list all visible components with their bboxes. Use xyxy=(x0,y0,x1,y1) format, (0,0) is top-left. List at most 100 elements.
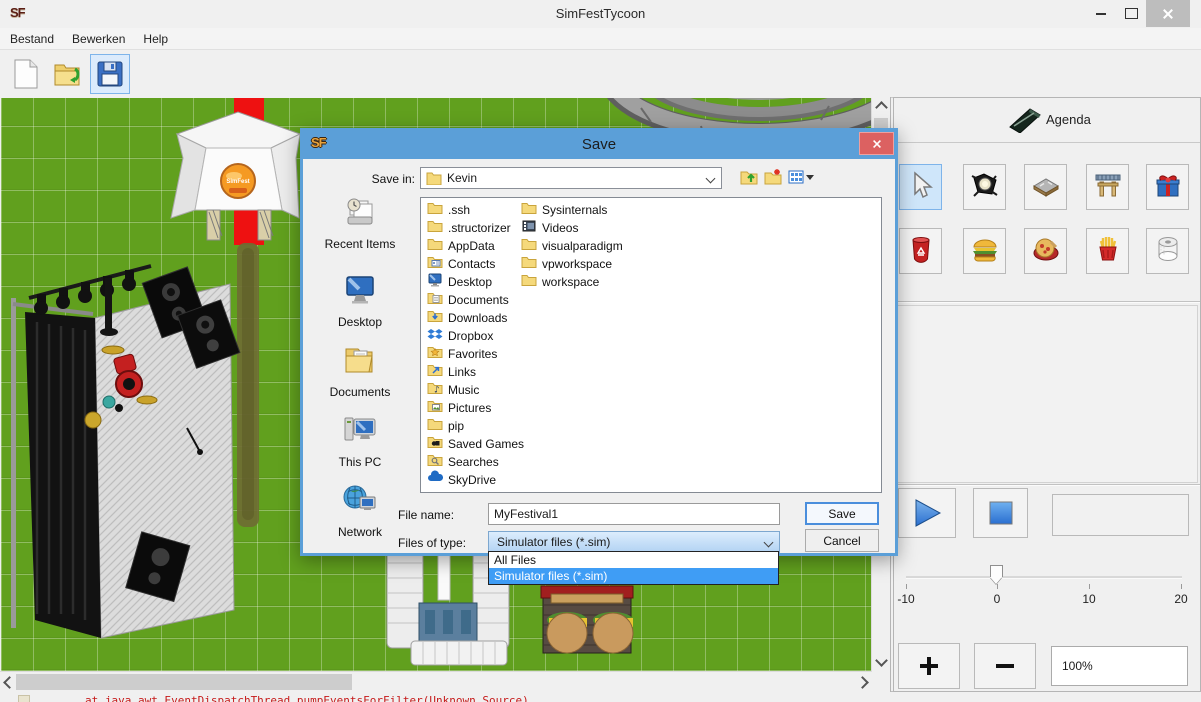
tool-trash-can-button[interactable] xyxy=(899,228,942,274)
burger-icon xyxy=(970,234,1000,269)
file-item-label: Dropbox xyxy=(448,329,493,343)
file-item[interactable]: Desktop xyxy=(427,273,524,291)
title-bar: SF SimFestTycoon xyxy=(0,0,1201,29)
save-file-button[interactable] xyxy=(90,54,130,94)
tool-toilet-paper-button[interactable] xyxy=(1146,228,1189,274)
file-item[interactable]: vpworkspace xyxy=(521,255,623,273)
file-item[interactable]: Sysinternals xyxy=(521,201,623,219)
file-list[interactable]: .ssh.structorizerAppDataContactsDesktopD… xyxy=(420,197,882,493)
horizontal-scroll-thumb[interactable] xyxy=(16,674,352,690)
slider-tick-label: 20 xyxy=(1174,592,1187,606)
file-item[interactable]: Downloads xyxy=(427,309,524,327)
speed-slider-track[interactable] xyxy=(906,576,1182,579)
new-folder-button[interactable] xyxy=(762,167,784,187)
file-item-label: Saved Games xyxy=(448,437,524,451)
place-desktop[interactable]: Desktop xyxy=(307,273,413,329)
fence-pole xyxy=(11,298,16,628)
zoom-in-button[interactable] xyxy=(898,643,960,689)
file-item-label: .ssh xyxy=(448,203,470,217)
file-item[interactable]: workspace xyxy=(521,273,623,291)
place-recent[interactable]: Recent Items xyxy=(307,195,413,251)
file-item[interactable]: AppData xyxy=(427,237,524,255)
menu-help[interactable]: Help xyxy=(143,32,168,46)
tool-fries-button[interactable] xyxy=(1086,228,1129,274)
view-menu-button[interactable] xyxy=(786,167,816,187)
save-confirm-button[interactable]: Save xyxy=(805,502,879,525)
files-of-type-label: Files of type: xyxy=(398,536,466,550)
file-item[interactable]: Favorites xyxy=(427,345,524,363)
slider-tick-label: -10 xyxy=(897,592,914,606)
save-dialog-titlebar[interactable]: SF Save xyxy=(303,131,895,159)
file-item[interactable]: .ssh xyxy=(427,201,524,219)
new-file-button[interactable] xyxy=(6,54,46,94)
horizontal-scrollbar[interactable] xyxy=(0,671,872,692)
type-option-sim-files[interactable]: Simulator files (*.sim) xyxy=(489,568,778,584)
save-in-combobox[interactable]: Kevin xyxy=(420,167,722,189)
slider-tickmark xyxy=(1181,584,1182,589)
fries-icon xyxy=(1093,234,1123,269)
file-item[interactable]: Saved Games xyxy=(427,435,524,453)
toilet-paper-icon xyxy=(1153,234,1183,269)
tool-cursor-button[interactable] xyxy=(899,164,942,210)
zoom-out-button[interactable] xyxy=(974,643,1036,689)
file-item[interactable]: Videos xyxy=(521,219,623,237)
plus-icon xyxy=(920,657,938,675)
play-button[interactable] xyxy=(898,488,956,538)
folder-icon xyxy=(427,416,443,436)
speed-slider-handle[interactable] xyxy=(990,565,1003,577)
file-item[interactable]: SkyDrive xyxy=(427,471,524,489)
file-item[interactable]: Documents xyxy=(427,291,524,309)
place-documents[interactable]: Documents xyxy=(307,343,413,399)
file-item-label: Contacts xyxy=(448,257,495,271)
folder-icon xyxy=(427,236,443,256)
open-file-button[interactable] xyxy=(48,54,88,94)
type-option-all-files[interactable]: All Files xyxy=(489,552,778,568)
contacts-icon xyxy=(427,254,443,274)
place-computer[interactable]: This PC xyxy=(307,413,413,469)
file-name-input[interactable]: MyFestival1 xyxy=(488,503,780,525)
maximize-button[interactable] xyxy=(1116,0,1146,27)
close-button[interactable] xyxy=(1146,0,1190,27)
recent-icon xyxy=(342,195,378,234)
file-item[interactable]: Searches xyxy=(427,453,524,471)
file-item[interactable]: pip xyxy=(427,417,524,435)
tool-road-tile-button[interactable] xyxy=(1024,164,1067,210)
file-item[interactable]: Pictures xyxy=(427,399,524,417)
scroll-right-button[interactable] xyxy=(856,674,872,690)
agenda-button[interactable]: Agenda xyxy=(894,98,1200,143)
zoom-level-field[interactable]: 100% xyxy=(1051,646,1188,686)
tool-gift-button[interactable] xyxy=(1146,164,1189,210)
stop-button[interactable] xyxy=(973,488,1028,538)
file-item[interactable]: Contacts xyxy=(427,255,524,273)
file-item[interactable]: Links xyxy=(427,363,524,381)
documents-icon xyxy=(342,343,378,382)
menu-bestand[interactable]: Bestand xyxy=(10,32,54,46)
panel-divider xyxy=(894,301,1200,303)
up-one-level-button[interactable] xyxy=(738,167,760,187)
tool-torii-gate-button[interactable] xyxy=(1086,164,1129,210)
scroll-left-button[interactable] xyxy=(0,674,16,690)
file-item-label: Pictures xyxy=(448,401,491,415)
java-stacktrace-text: at java.awt.EventDispatchThread.pumpEven… xyxy=(85,694,529,702)
place-label: Network xyxy=(338,525,382,539)
file-item[interactable]: visualparadigm xyxy=(521,237,623,255)
tool-spotlight-button[interactable] xyxy=(963,164,1006,210)
agenda-label: Agenda xyxy=(1046,98,1091,142)
stop-icon xyxy=(988,500,1014,526)
file-item-label: Favorites xyxy=(448,347,497,361)
scroll-down-button[interactable] xyxy=(873,654,889,670)
cancel-button[interactable]: Cancel xyxy=(805,529,879,552)
menu-bewerken[interactable]: Bewerken xyxy=(72,32,125,46)
file-type-combobox[interactable]: Simulator files (*.sim) xyxy=(488,531,780,553)
file-item[interactable]: Dropbox xyxy=(427,327,524,345)
panel-divider2 xyxy=(894,484,1200,486)
scroll-up-button[interactable] xyxy=(873,98,889,114)
file-item[interactable]: .structorizer xyxy=(427,219,524,237)
minimize-button[interactable] xyxy=(1086,0,1116,27)
dialog-close-button[interactable] xyxy=(859,132,894,155)
file-item[interactable]: ♪Music xyxy=(427,381,524,399)
place-label: Desktop xyxy=(338,315,382,329)
tool-burger-button[interactable] xyxy=(963,228,1006,274)
giant-burger-2 xyxy=(593,612,633,653)
tool-pizza-button[interactable] xyxy=(1024,228,1067,274)
